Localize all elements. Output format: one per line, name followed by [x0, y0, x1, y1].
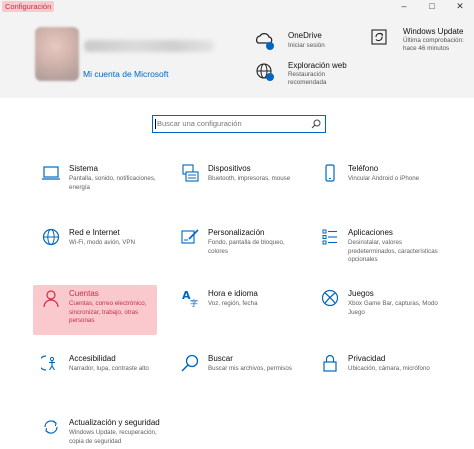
web-browsing-status-line1: Restauración: [288, 71, 326, 78]
category-description: Windows Update, recuperación, copia de s…: [69, 429, 157, 445]
onedrive-item[interactable]: OneDrive Iniciar sesión: [254, 30, 364, 60]
category-buscar[interactable]: Buscar Buscar mis archivos, permisos: [172, 350, 296, 400]
accessibility-icon: [41, 353, 61, 373]
category-description: Pantalla, sonido, notificaciones, energí…: [69, 175, 156, 191]
category-sistema[interactable]: Sistema Pantalla, sonido, notificaciones…: [33, 160, 157, 210]
lock-icon: [320, 353, 340, 373]
category-description: Fondo, pantalla de bloqueo, colores: [208, 239, 285, 255]
microsoft-account-link[interactable]: Mi cuenta de Microsoft: [83, 69, 169, 79]
search-icon: [180, 353, 200, 373]
web-browsing-title: Exploración web: [288, 61, 347, 70]
apps-list-icon: [320, 227, 340, 247]
category-dispositivos[interactable]: Dispositivos Bluetooth, impresoras, mous…: [172, 160, 296, 210]
category-description: Voz, región, fecha: [208, 300, 258, 307]
windows-update-item[interactable]: Windows Update Última comprobación: hace…: [370, 26, 474, 60]
maximize-button[interactable]: □: [418, 0, 446, 13]
category-actualizacion-seguridad[interactable]: Actualización y seguridad Windows Update…: [33, 414, 183, 449]
category-title: Aplicaciones: [348, 228, 393, 237]
category-hora-idioma[interactable]: A 字 Hora e idioma Voz, región, fecha: [172, 285, 296, 335]
update-icon: [41, 417, 61, 437]
web-browsing-item[interactable]: Exploración web Restauración recomendada: [254, 61, 364, 95]
category-personalizacion[interactable]: Personalización Fondo, pantalla de bloqu…: [172, 224, 296, 274]
windows-update-status-line1: Última comprobación:: [403, 37, 464, 44]
globe-icon: [254, 61, 276, 83]
category-title: Buscar: [208, 354, 233, 363]
person-icon: [41, 288, 61, 308]
window-title: Configuración: [2, 1, 55, 12]
category-description: Wi-Fi, modo avión, VPN: [69, 239, 136, 246]
laptop-icon: [41, 163, 61, 183]
category-red-internet[interactable]: Red e Internet Wi-Fi, modo avión, VPN: [33, 224, 157, 274]
category-title: Teléfono: [348, 164, 379, 173]
keyboard-icon: [180, 163, 200, 183]
windows-update-title: Windows Update: [403, 27, 464, 36]
category-aplicaciones[interactable]: Aplicaciones Desinstalar, valores predet…: [312, 224, 438, 274]
globe-icon: [41, 227, 61, 247]
category-description: Bluetooth, impresoras, mouse: [208, 175, 291, 182]
category-title: Hora e idioma: [208, 289, 258, 298]
account-header: Mi cuenta de Microsoft OneDrive Iniciar …: [0, 13, 474, 98]
category-telefono[interactable]: Teléfono Vincular Android o iPhone: [312, 160, 436, 210]
category-title: Cuentas: [69, 289, 99, 298]
category-privacidad[interactable]: Privacidad Ubicación, cámara, micrófono: [312, 350, 436, 400]
category-title: Personalización: [208, 228, 265, 237]
web-browsing-status-line2: recomendada: [288, 79, 327, 86]
category-cuentas[interactable]: Cuentas Cuentas, correo electrónico, sin…: [33, 285, 157, 335]
category-description: Xbox Game Bar, capturas, Modo Juego: [348, 300, 438, 316]
svg-text:字: 字: [190, 298, 198, 308]
search-placeholder: Buscar una configuración: [157, 119, 242, 128]
onedrive-icon: [254, 30, 276, 52]
settings-window: Configuración – □ ✕ Mi cuenta de Microso…: [0, 0, 474, 449]
category-description: Narrador, lupa, contraste alto: [69, 365, 149, 372]
category-description: Buscar mis archivos, permisos: [208, 365, 292, 372]
close-button[interactable]: ✕: [446, 0, 474, 13]
search-icon[interactable]: [311, 119, 321, 129]
category-title: Privacidad: [348, 354, 386, 363]
refresh-icon: [370, 26, 392, 48]
account-name-blurred: [84, 40, 214, 52]
category-title: Sistema: [69, 164, 98, 173]
category-description: Ubicación, cámara, micrófono: [348, 365, 430, 372]
minimize-button[interactable]: –: [390, 0, 418, 13]
category-title: Juegos: [348, 289, 374, 298]
title-bar: Configuración – □ ✕: [0, 0, 474, 13]
phone-icon: [320, 163, 340, 183]
onedrive-title: OneDrive: [288, 31, 322, 40]
onedrive-status: Iniciar sesión: [288, 42, 325, 49]
category-title: Accesibilidad: [69, 354, 116, 363]
category-description: Vincular Android o iPhone: [348, 175, 420, 182]
search-box[interactable]: Buscar una configuración: [152, 115, 326, 133]
category-title: Dispositivos: [208, 164, 251, 173]
category-description: Cuentas, correo electrónico, sincronizar…: [69, 300, 147, 324]
windows-update-status-line2: hace 46 minutos: [403, 45, 450, 52]
category-title: Red e Internet: [69, 228, 120, 237]
category-description: Desinstalar, valores predeterminados, ca…: [348, 239, 438, 263]
category-juegos[interactable]: Juegos Xbox Game Bar, capturas, Modo Jue…: [312, 285, 438, 335]
category-accesibilidad[interactable]: Accesibilidad Narrador, lupa, contraste …: [33, 350, 157, 400]
xbox-icon: [320, 288, 340, 308]
brush-icon: [180, 227, 200, 247]
category-title: Actualización y seguridad: [69, 418, 160, 427]
avatar[interactable]: [35, 27, 79, 81]
text-caret: [155, 119, 156, 129]
time-language-icon: A 字: [180, 288, 200, 308]
